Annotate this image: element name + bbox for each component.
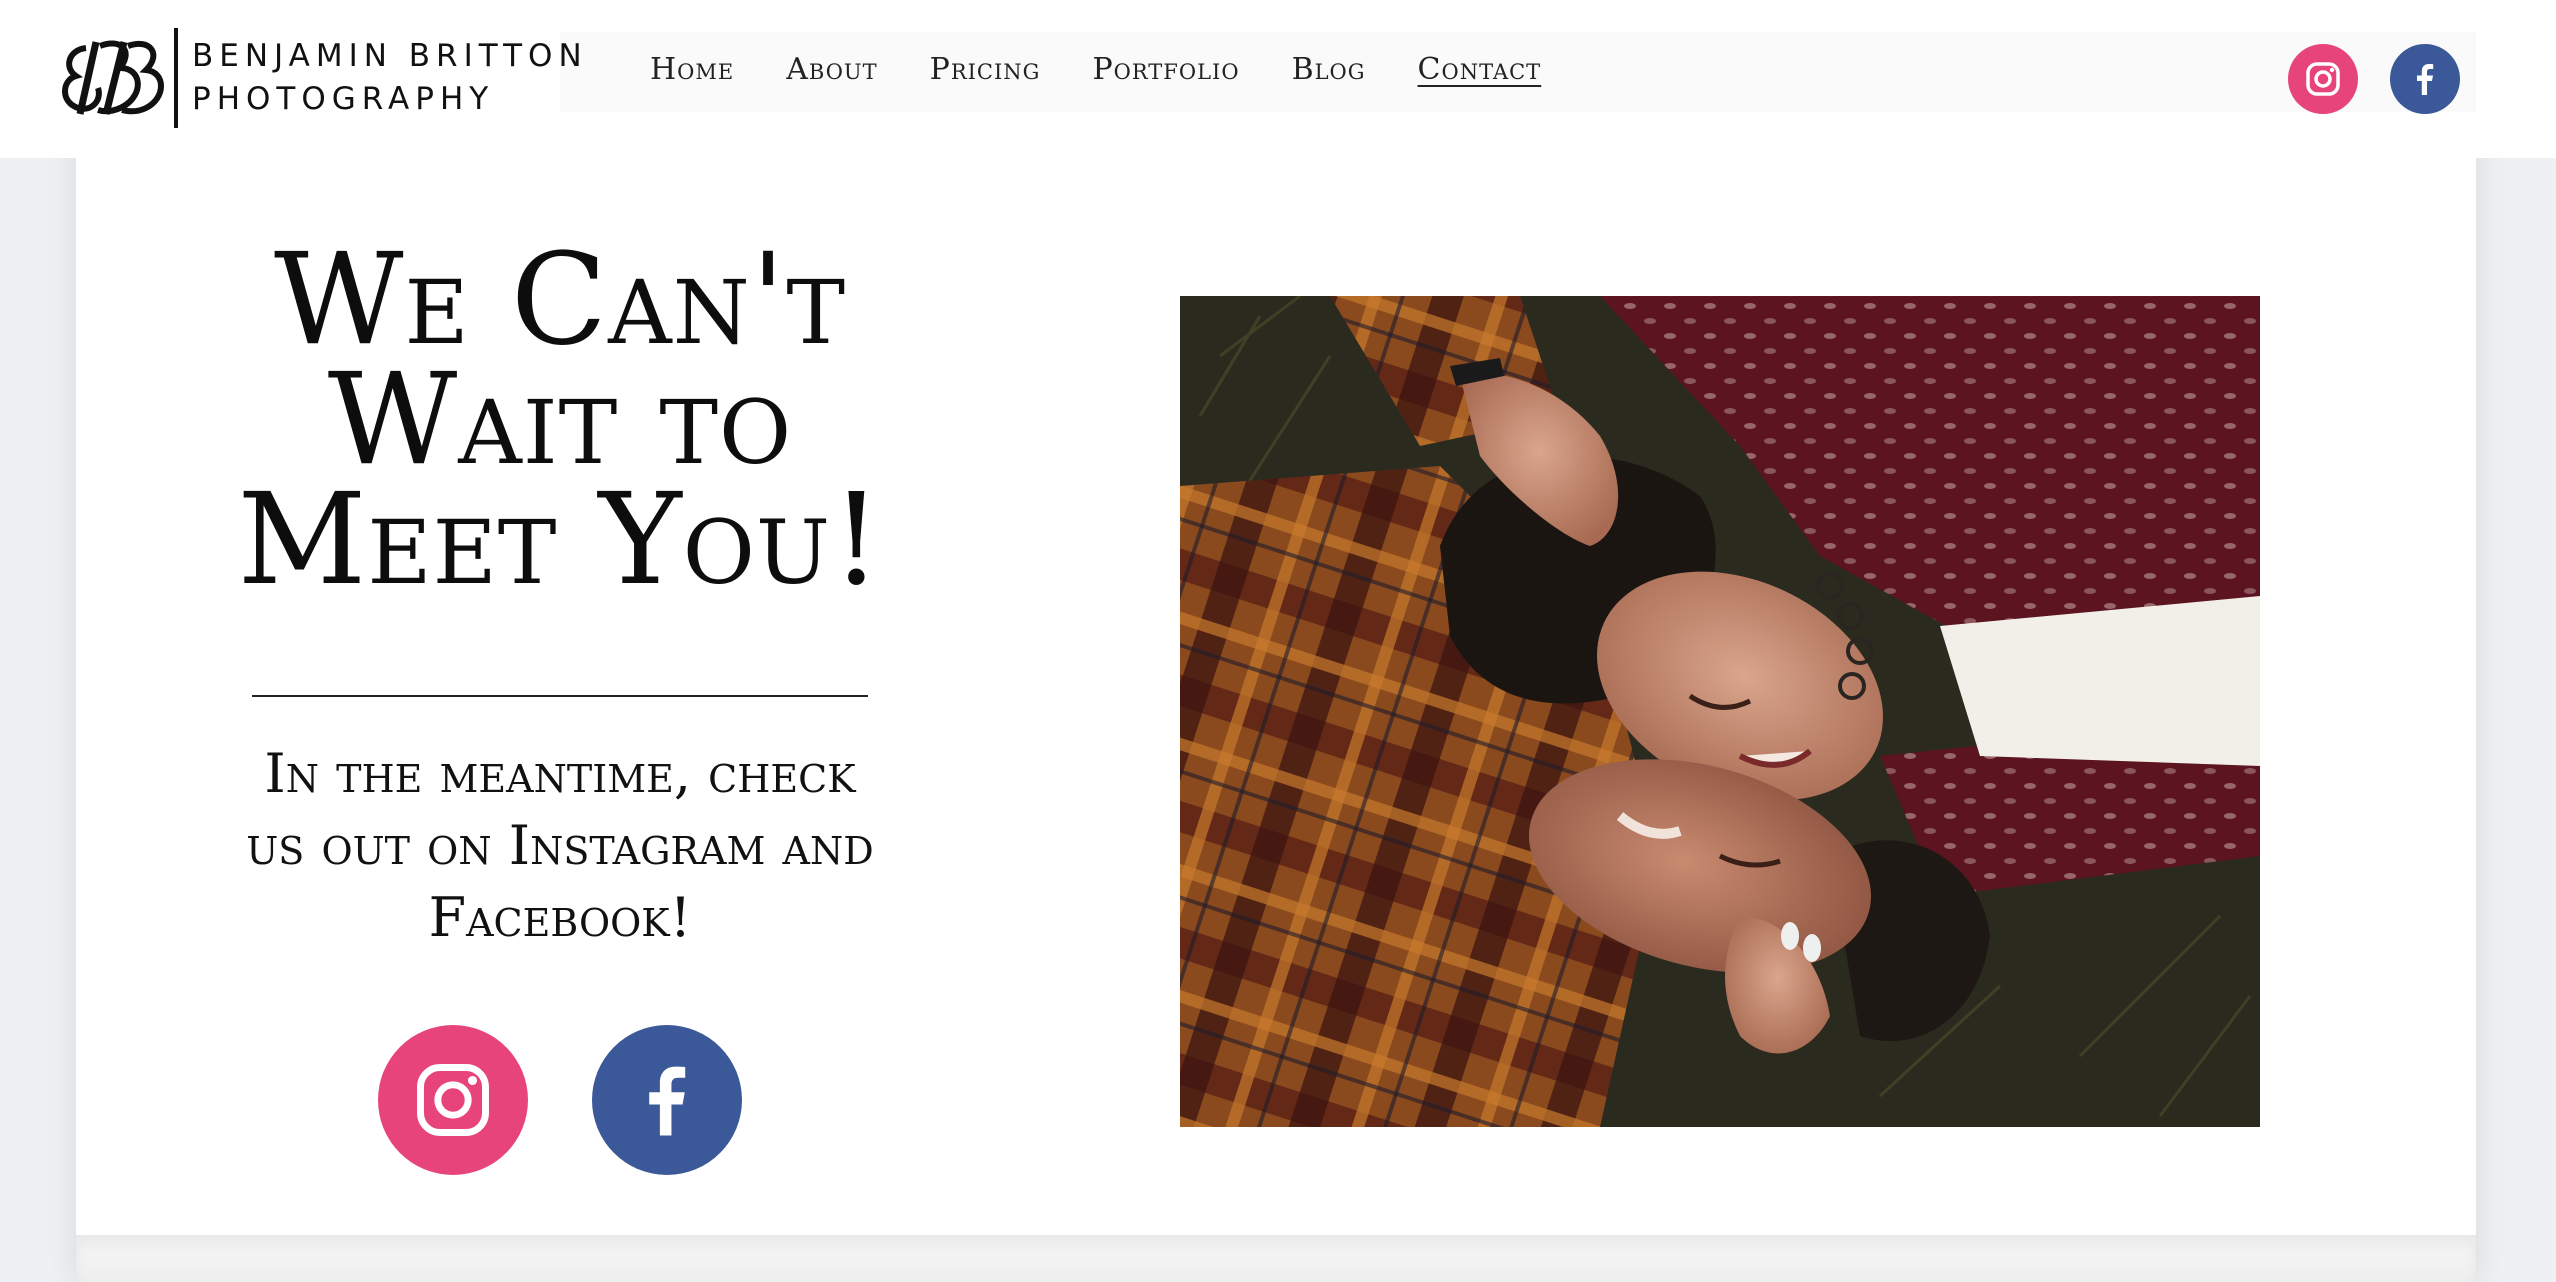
logo-divider — [174, 28, 178, 128]
brand-name: BENJAMIN BRITTON PHOTOGRAPHY — [192, 35, 588, 121]
header-facebook-button[interactable] — [2390, 44, 2460, 114]
header-instagram-button[interactable] — [2288, 44, 2358, 114]
headline-line3: Meet You! — [237, 466, 883, 613]
instagram-icon — [417, 1064, 489, 1136]
instagram-icon — [2306, 62, 2340, 96]
social-invitation-text: In the meantime, check us out on Instagr… — [200, 738, 920, 954]
subtext-line2: us out on Instagram and — [246, 814, 874, 877]
subtext-line3: Facebook! — [428, 886, 692, 949]
facebook-button[interactable] — [592, 1025, 742, 1175]
main-nav: Home About Pricing Portfolio Blog Contac… — [650, 48, 1541, 92]
site-header: BENJAMIN BRITTON PHOTOGRAPHY Home About … — [0, 0, 2556, 158]
facebook-icon — [649, 1066, 686, 1136]
nav-about[interactable]: About — [786, 48, 877, 92]
couple-photo-illustration — [1180, 296, 2260, 1127]
facebook-icon — [2417, 64, 2434, 95]
nav-pricing[interactable]: Pricing — [930, 48, 1041, 92]
page-headline: We Can't Wait to Meet You! — [200, 237, 920, 603]
nav-blog[interactable]: Blog — [1292, 48, 1366, 92]
brand-name-line2: PHOTOGRAPHY — [192, 81, 495, 117]
nav-contact[interactable]: Contact — [1418, 48, 1542, 92]
instagram-button[interactable] — [378, 1025, 528, 1175]
brand-logo[interactable]: BENJAMIN BRITTON PHOTOGRAPHY — [58, 26, 588, 130]
nav-home[interactable]: Home — [650, 48, 734, 92]
nav-portfolio[interactable]: Portfolio — [1092, 48, 1239, 92]
couple-photo — [1180, 296, 2260, 1127]
section-divider — [252, 695, 868, 697]
brand-name-line1: BENJAMIN BRITTON — [192, 38, 588, 74]
bb-monogram-logo — [62, 40, 164, 115]
subtext-line1: In the meantime, check — [264, 742, 856, 805]
footer-strip — [76, 1235, 2476, 1282]
